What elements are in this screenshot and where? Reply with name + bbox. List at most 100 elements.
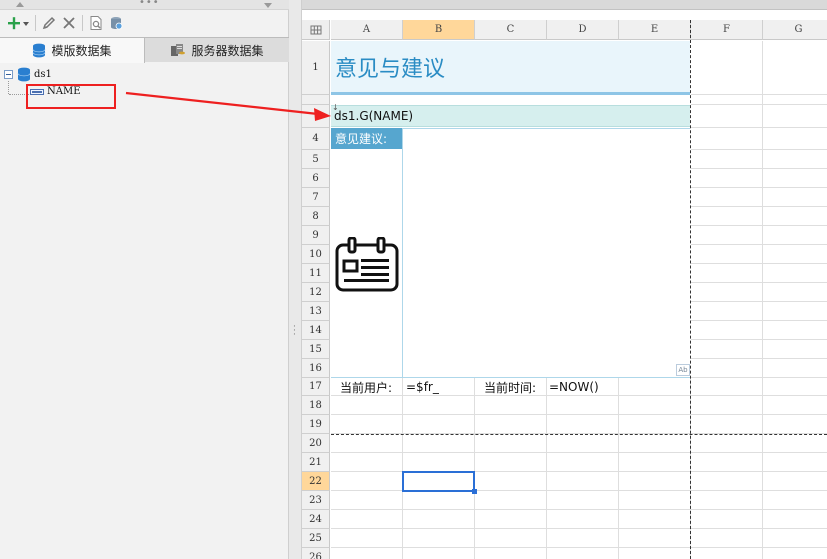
column-gridline — [546, 378, 547, 559]
row-header[interactable]: 16 — [302, 359, 330, 378]
panel-splitter[interactable]: · · · — [289, 0, 302, 559]
row-gridline — [691, 127, 827, 128]
dataset-expression-cell[interactable]: ds1.G(NAME) — [331, 105, 690, 127]
database-icon — [17, 67, 31, 82]
row-header[interactable]: 14 — [302, 321, 330, 340]
preview-dataset-button[interactable] — [88, 12, 104, 34]
add-dataset-button[interactable] — [6, 12, 30, 34]
selected-cell-B22[interactable] — [402, 471, 477, 494]
column-header-g[interactable]: G — [763, 20, 827, 40]
grid-icon — [310, 25, 322, 35]
page-break-vertical — [690, 20, 691, 559]
row-gridline — [691, 104, 827, 105]
row-header[interactable] — [302, 105, 330, 128]
row-header[interactable]: 24 — [302, 510, 330, 529]
collapse-down-icon[interactable] — [264, 3, 272, 8]
drag-handle-icon[interactable]: ••• — [139, 0, 160, 8]
row-header[interactable]: 18 — [302, 396, 330, 415]
row-gridline — [691, 339, 827, 340]
row-header[interactable]: 9 — [302, 226, 330, 245]
row-header[interactable]: 7 — [302, 188, 330, 207]
column-gridline — [474, 378, 475, 559]
row-gridline — [691, 149, 827, 150]
tab-label: 服务器数据集 — [191, 43, 264, 58]
advice-content-cell[interactable] — [402, 128, 690, 378]
toolbar-separator — [35, 15, 36, 31]
row-gridline — [691, 301, 827, 302]
column-gridline — [618, 378, 619, 559]
dataset-panel: ••• 模版数据集 服务器数据集 ds1 NAME — [0, 0, 289, 559]
row-gridline — [691, 263, 827, 264]
tab-server-dataset[interactable]: 服务器数据集 — [144, 37, 289, 62]
cell-type-marker-icon: Ab — [676, 364, 690, 376]
column-header-b[interactable]: B — [403, 20, 475, 40]
row-header[interactable] — [302, 95, 330, 105]
row-gridline — [691, 94, 827, 95]
row-header[interactable]: 12 — [302, 283, 330, 302]
column-header-d[interactable]: D — [547, 20, 619, 40]
row-header[interactable]: 21 — [302, 453, 330, 472]
row-header[interactable]: 20 — [302, 434, 330, 453]
collapse-up-icon[interactable] — [16, 2, 24, 7]
column-header-a[interactable]: A — [331, 20, 403, 40]
row-header[interactable]: 11 — [302, 264, 330, 283]
database-settings-icon — [111, 17, 123, 30]
expand-direction-icon: ↓ — [332, 103, 339, 112]
current-time-label-cell[interactable]: 当前时间: — [484, 378, 536, 396]
column-header-f[interactable]: F — [691, 20, 763, 40]
row-gridline — [691, 320, 827, 321]
panel-collapse-bar[interactable]: ••• — [0, 0, 289, 10]
row-gridline — [691, 282, 827, 283]
tab-label: 模版数据集 — [51, 44, 112, 58]
row-header[interactable]: 17 — [302, 378, 330, 396]
current-time-value-cell[interactable]: =NOW() — [549, 378, 599, 396]
delete-dataset-button[interactable] — [61, 12, 77, 34]
tree-connector — [8, 81, 9, 94]
row-header[interactable]: 5 — [302, 150, 330, 169]
row-header[interactable]: 22 — [302, 472, 330, 491]
server-icon — [171, 44, 186, 56]
tree-node-ds1[interactable]: ds1 — [4, 67, 52, 82]
row-gridline — [691, 225, 827, 226]
field-highlight-box — [26, 84, 116, 109]
row-gridline — [331, 414, 827, 415]
row-header[interactable]: 15 — [302, 340, 330, 359]
column-header-e[interactable]: E — [619, 20, 691, 40]
row-header[interactable]: 13 — [302, 302, 330, 321]
row-header[interactable]: 8 — [302, 207, 330, 226]
row-gridline — [691, 206, 827, 207]
current-user-value-cell[interactable]: =$fr_ — [406, 378, 439, 396]
row-gridline — [691, 358, 827, 359]
tree-label-dataset: ds1 — [34, 69, 52, 80]
row-header[interactable]: 25 — [302, 529, 330, 548]
dataset-tabs: 模版数据集 服务器数据集 — [0, 37, 289, 63]
edit-dataset-button[interactable] — [41, 12, 57, 34]
close-icon — [63, 17, 75, 29]
spreadsheet[interactable]: ABCDEFG 1 4 5 6 7 8 9 10 11 12 13 14 15 16 17 18 19 20 21 2… — [302, 0, 827, 559]
title-cell[interactable]: 意见与建议 — [331, 41, 690, 95]
splitter-grip-icon[interactable]: · · · — [293, 323, 296, 340]
collapse-toggle-icon[interactable] — [4, 70, 13, 79]
pencil-icon — [42, 16, 56, 30]
database-settings-button[interactable] — [108, 12, 124, 34]
row-header[interactable]: 19 — [302, 415, 330, 434]
column-header-c[interactable]: C — [475, 20, 547, 40]
plus-dropdown-icon — [8, 17, 29, 30]
designer-window: ••• 模版数据集 服务器数据集 ds1 NAME · · · A B C D … — [0, 0, 827, 559]
advice-label-cell[interactable]: 意见建议: — [331, 128, 402, 149]
database-icon — [33, 43, 46, 58]
row-gridline — [691, 168, 827, 169]
preview-icon — [90, 16, 102, 30]
select-all-corner[interactable] — [302, 20, 330, 40]
row-header[interactable]: 6 — [302, 169, 330, 188]
tab-template-dataset[interactable]: 模版数据集 — [0, 37, 145, 63]
row-header[interactable]: 26 — [302, 548, 330, 559]
sheet-top-bar — [302, 0, 827, 10]
row-header[interactable]: 4 — [302, 128, 330, 150]
row-header[interactable]: 1 — [302, 41, 330, 95]
current-user-label-cell[interactable]: 当前用户: — [340, 378, 392, 396]
page-break-horizontal — [331, 434, 827, 435]
row-gridline — [331, 547, 827, 548]
row-header[interactable]: 23 — [302, 491, 330, 510]
row-header[interactable]: 10 — [302, 245, 330, 264]
